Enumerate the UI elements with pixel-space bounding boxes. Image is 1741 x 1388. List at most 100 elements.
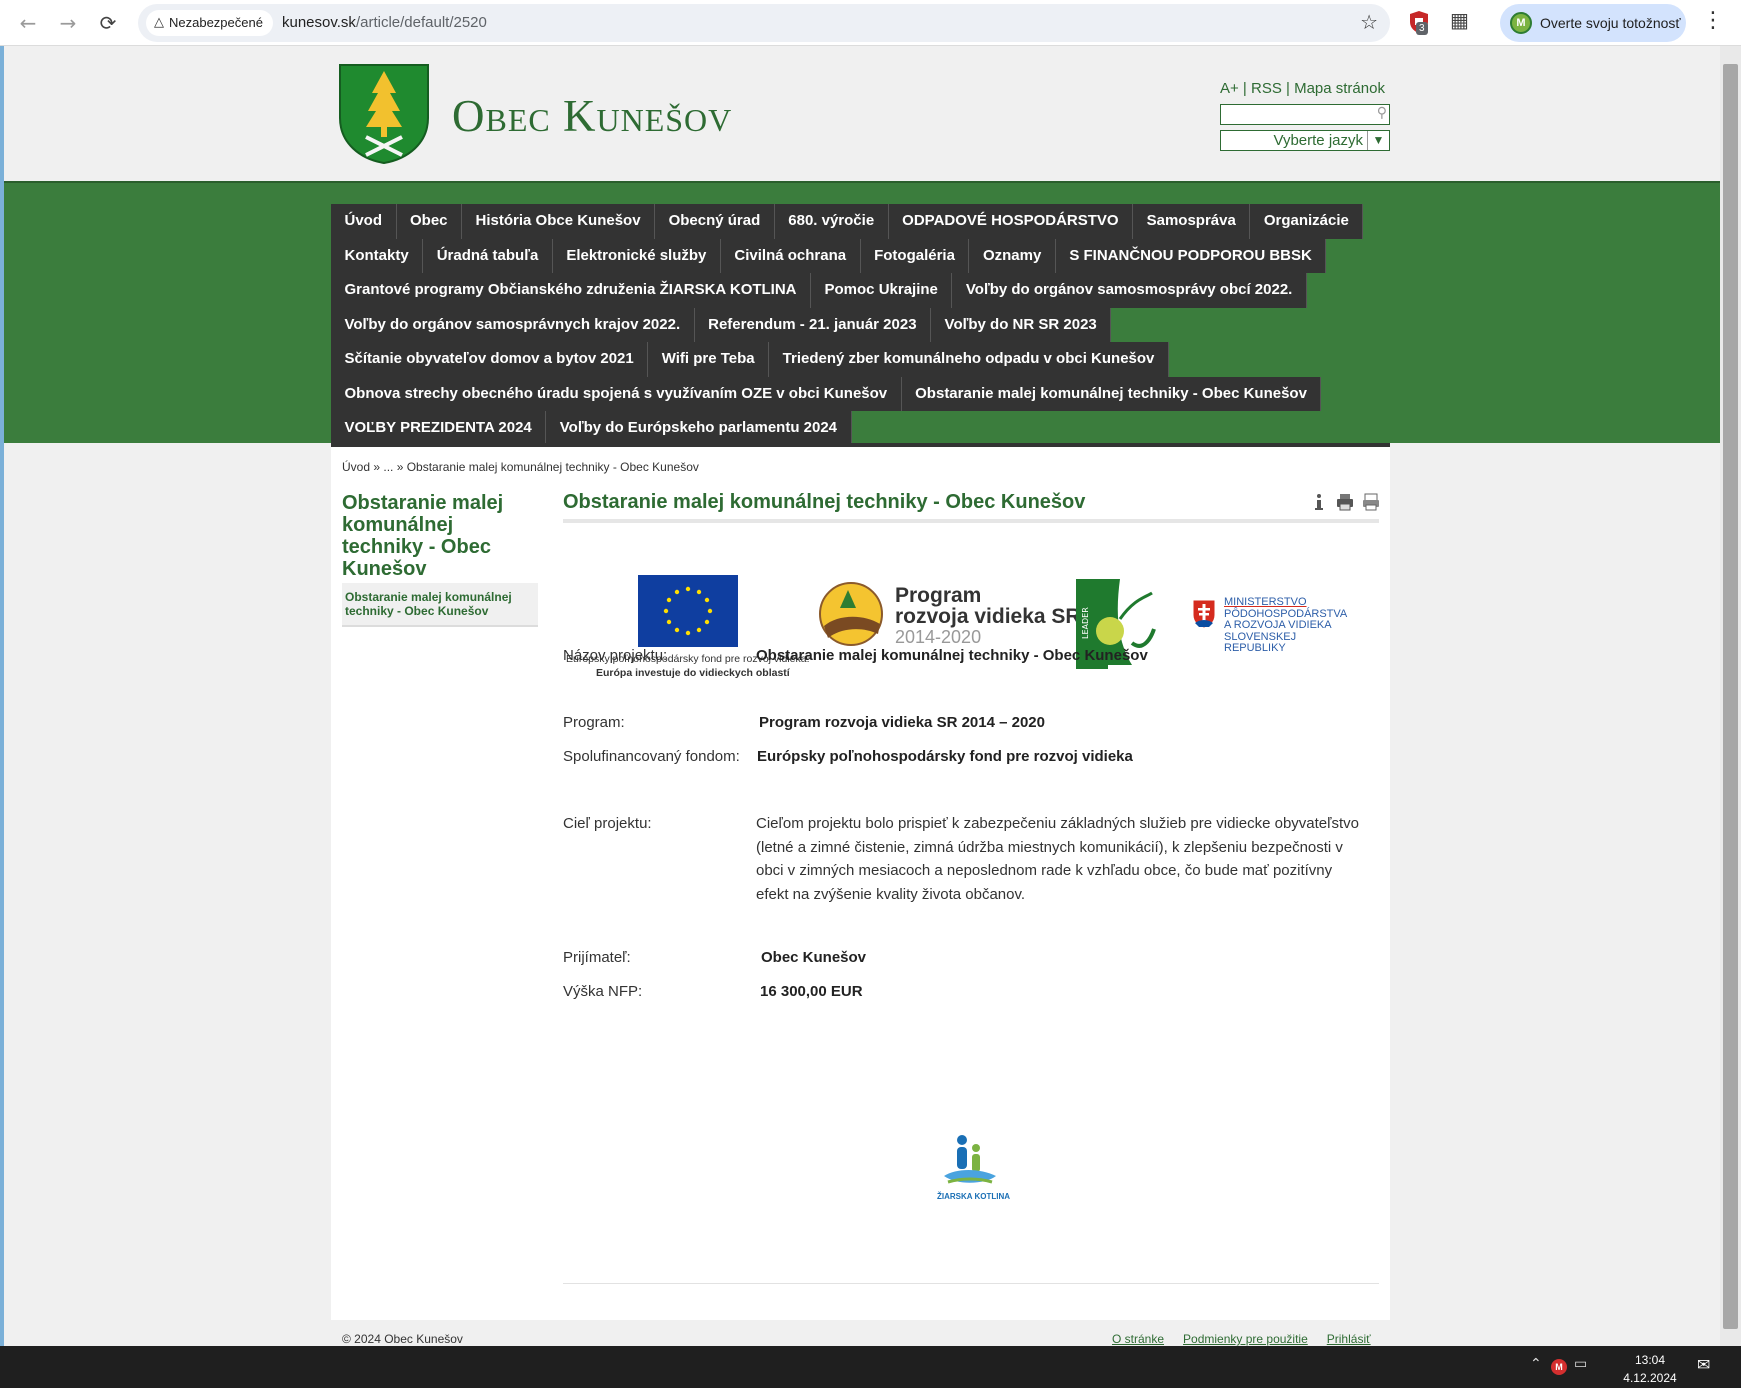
ministry-line1: MINISTERSTVO — [1224, 596, 1307, 608]
fund-label: Spolufinancovaný fondom: — [563, 748, 740, 765]
footer-link-about[interactable]: O stránke — [1112, 1332, 1164, 1346]
page-title: Obstaranie malej komunálnej techniky - O… — [563, 491, 1379, 523]
font-size-link[interactable]: A+ — [1220, 80, 1239, 97]
rural-program-title: Program rozvoja vidieka SR — [895, 585, 1081, 627]
reload-icon[interactable]: ⟳ — [93, 8, 123, 38]
url-host: kunesov.sk — [282, 14, 356, 31]
site-title[interactable]: Obec Kunešov — [452, 90, 732, 142]
sidebar-item-obstaranie[interactable]: Obstaranie malej komunálnej techniky - O… — [342, 583, 538, 627]
language-select[interactable]: Vyberte jazyk ▼ — [1220, 130, 1390, 151]
ministry-logo-text: MINISTERSTVO PÔDOHOSPODÁRSTVA A ROZVOJA … — [1224, 596, 1354, 655]
menu-item-uvod[interactable]: Úvod — [331, 204, 397, 239]
menu-item-kontakty[interactable]: Kontakty — [331, 238, 424, 273]
url-path: /article/default/2520 — [355, 14, 487, 31]
ministry-line4: SLOVENSKEJ REPUBLIKY — [1224, 630, 1297, 654]
extensions-puzzle-icon[interactable]: ▦ — [1450, 8, 1469, 32]
menu-item-odpadove-hospodarstvo[interactable]: ODPADOVÉ HOSPODÁRSTVO — [888, 204, 1134, 239]
article-tools — [1310, 493, 1380, 511]
menu-item-referendum-2023[interactable]: Referendum - 21. január 2023 — [694, 307, 932, 342]
forward-arrow-icon[interactable]: → — [53, 8, 83, 38]
chevron-down-icon: ▼ — [1367, 131, 1389, 150]
menu-item-uradna-tabula[interactable]: Úradná tabuľa — [423, 238, 553, 273]
security-chip[interactable]: △ Nezabezpečené — [146, 10, 273, 36]
profile-label: Overte svoju totožnosť — [1540, 15, 1681, 31]
menu-item-obecny-urad[interactable]: Obecný úrad — [655, 204, 775, 239]
menu-item-organizacie[interactable]: Organizácie — [1250, 204, 1364, 239]
menu-item-wifi-pre-teba[interactable]: Wifi pre Teba — [648, 342, 770, 377]
network-icon[interactable]: ▭ — [1574, 1356, 1587, 1372]
menu-item-samosprava[interactable]: Samospráva — [1133, 204, 1251, 239]
menu-item-volby-prezidenta-2024[interactable]: VOĽBY PREZIDENTA 2024 — [331, 411, 547, 446]
main-menu: Úvod Obec História Obce Kunešov Obecný ú… — [331, 204, 1391, 446]
sitemap-link[interactable]: Mapa stránok — [1294, 80, 1385, 97]
coat-of-arms-logo[interactable] — [338, 63, 430, 165]
menu-row: Grantové programy Občianského združenia … — [331, 273, 1391, 308]
menu-item-civilna-ochrana[interactable]: Civilná ochrana — [720, 238, 861, 273]
menu-item-680-vyrocie[interactable]: 680. výročie — [774, 204, 889, 239]
more-menu-icon[interactable]: ⋮ — [1702, 8, 1724, 33]
search-icon[interactable]: ⚲ — [1377, 105, 1387, 121]
menu-item-volby-krajov-2022[interactable]: Voľby do orgánov samosprávnych krajov 20… — [331, 307, 695, 342]
ziarska-kotlina-label: ŽIARSKA KOTLINA — [937, 1192, 1011, 1201]
back-arrow-icon[interactable]: ← — [13, 8, 43, 38]
tray-app-icon[interactable]: M — [1551, 1359, 1567, 1375]
ministry-line2: PÔDOHOSPODÁRSTVA — [1224, 607, 1348, 620]
leader-label: LEADER — [1081, 607, 1090, 639]
project-name-value: Obstaranie malej komunálnej techniky - O… — [756, 647, 1148, 664]
bookmark-star-icon[interactable]: ☆ — [1360, 10, 1378, 34]
menu-item-volby-ep-2024[interactable]: Voľby do Európskeho parlamentu 2024 — [546, 411, 852, 446]
menu-item-obnova-strechy[interactable]: Obnova strechy obecného úradu spojená s … — [331, 376, 902, 411]
fund-value: Európsky poľnohospodársky fond pre rozvo… — [757, 748, 1133, 765]
menu-item-historia[interactable]: História Obce Kunešov — [462, 204, 656, 239]
address-bar[interactable]: △ Nezabezpečené kunesov.sk/article/defau… — [138, 4, 1390, 42]
security-label: Nezabezpečené — [169, 15, 263, 30]
profile-button[interactable]: M Overte svoju totožnosť — [1500, 4, 1686, 42]
footer-copyright: © 2024 Obec Kunešov — [342, 1332, 463, 1346]
scrollbar-thumb[interactable] — [1723, 64, 1738, 1329]
menu-item-obstaranie-techniky[interactable]: Obstaranie malej komunálnej techniky - O… — [901, 376, 1322, 411]
print-icon[interactable] — [1336, 493, 1354, 511]
nfp-label: Výška NFP: — [563, 983, 643, 1000]
pdf-icon[interactable] — [1362, 493, 1380, 511]
breadcrumb-ellipsis[interactable]: ... — [383, 460, 393, 474]
taskbar-clock[interactable]: 13:04 4.12.2024 — [1610, 1351, 1690, 1387]
menu-item-grantove-programy[interactable]: Grantové programy Občianského združenia … — [331, 273, 812, 308]
breadcrumb-home[interactable]: Úvod — [342, 460, 370, 474]
extension-badge: 3 — [1416, 22, 1428, 35]
menu-row: Obnova strechy obecného úradu spojená s … — [331, 376, 1391, 411]
breadcrumb-current: Obstaranie malej komunálnej techniky - O… — [406, 460, 699, 474]
rss-link[interactable]: RSS — [1251, 80, 1282, 97]
info-icon[interactable] — [1310, 493, 1328, 511]
menu-item-bbsk[interactable]: S FINANČNOU PODPOROU BBSK — [1055, 238, 1327, 273]
menu-item-scitanie-2021[interactable]: Sčítanie obyvateľov domov a bytov 2021 — [331, 342, 649, 377]
url-text[interactable]: kunesov.sk/article/default/2520 — [282, 4, 487, 42]
page-scrollbar[interactable] — [1720, 46, 1741, 1346]
search-input[interactable]: ⚲ — [1220, 104, 1390, 125]
rural-program-line1: Program — [895, 584, 982, 607]
footer-link-login[interactable]: Prihlásiť — [1327, 1332, 1371, 1346]
goal-label: Cieľ projektu: — [563, 815, 652, 832]
slovak-coat-of-arms-icon — [1192, 599, 1216, 629]
taskbar: ⌃ M ▭ 13:04 4.12.2024 ✉ — [0, 1346, 1741, 1388]
clock-date: 4.12.2024 — [1623, 1371, 1677, 1385]
clock-time: 13:04 — [1634, 1353, 1666, 1367]
nfp-value: 16 300,00 EUR — [760, 983, 863, 1000]
menu-item-oznamy[interactable]: Oznamy — [969, 238, 1056, 273]
notification-icon[interactable]: ✉ — [1697, 1355, 1710, 1374]
menu-item-pomoc-ukrajine[interactable]: Pomoc Ukrajine — [811, 273, 953, 308]
menu-item-volby-nr-sr-2023[interactable]: Voľby do NR SR 2023 — [931, 307, 1112, 342]
menu-item-volby-obci-2022[interactable]: Voľby do orgánov samosmosprávy obcí 2022… — [952, 273, 1307, 308]
menu-item-elektronicke-sluzby[interactable]: Elektronické služby — [552, 238, 721, 273]
menu-item-fotogaleria[interactable]: Fotogaléria — [860, 238, 970, 273]
footer-links: O stránke Podmienky pre použitie Prihlás… — [1112, 1332, 1371, 1346]
menu-item-triedeny-zber[interactable]: Triedený zber komunálneho odpadu v obci … — [769, 342, 1169, 377]
content-area: Úvod » ... » Obstaranie malej komunálnej… — [331, 447, 1390, 1320]
sidebar-title: Obstaranie malej komunálnej techniky - O… — [342, 492, 538, 589]
program-value: Program rozvoja vidieka SR 2014 – 2020 — [759, 714, 1045, 731]
warning-icon: △ — [154, 15, 164, 30]
menu-item-obec[interactable]: Obec — [396, 204, 463, 239]
browser-toolbar: ← → ⟳ △ Nezabezpečené kunesov.sk/article… — [0, 0, 1741, 46]
tray-expand-icon[interactable]: ⌃ — [1530, 1356, 1542, 1372]
breadcrumb-separator: » — [393, 460, 407, 474]
footer-link-terms[interactable]: Podmienky pre použitie — [1183, 1332, 1308, 1346]
